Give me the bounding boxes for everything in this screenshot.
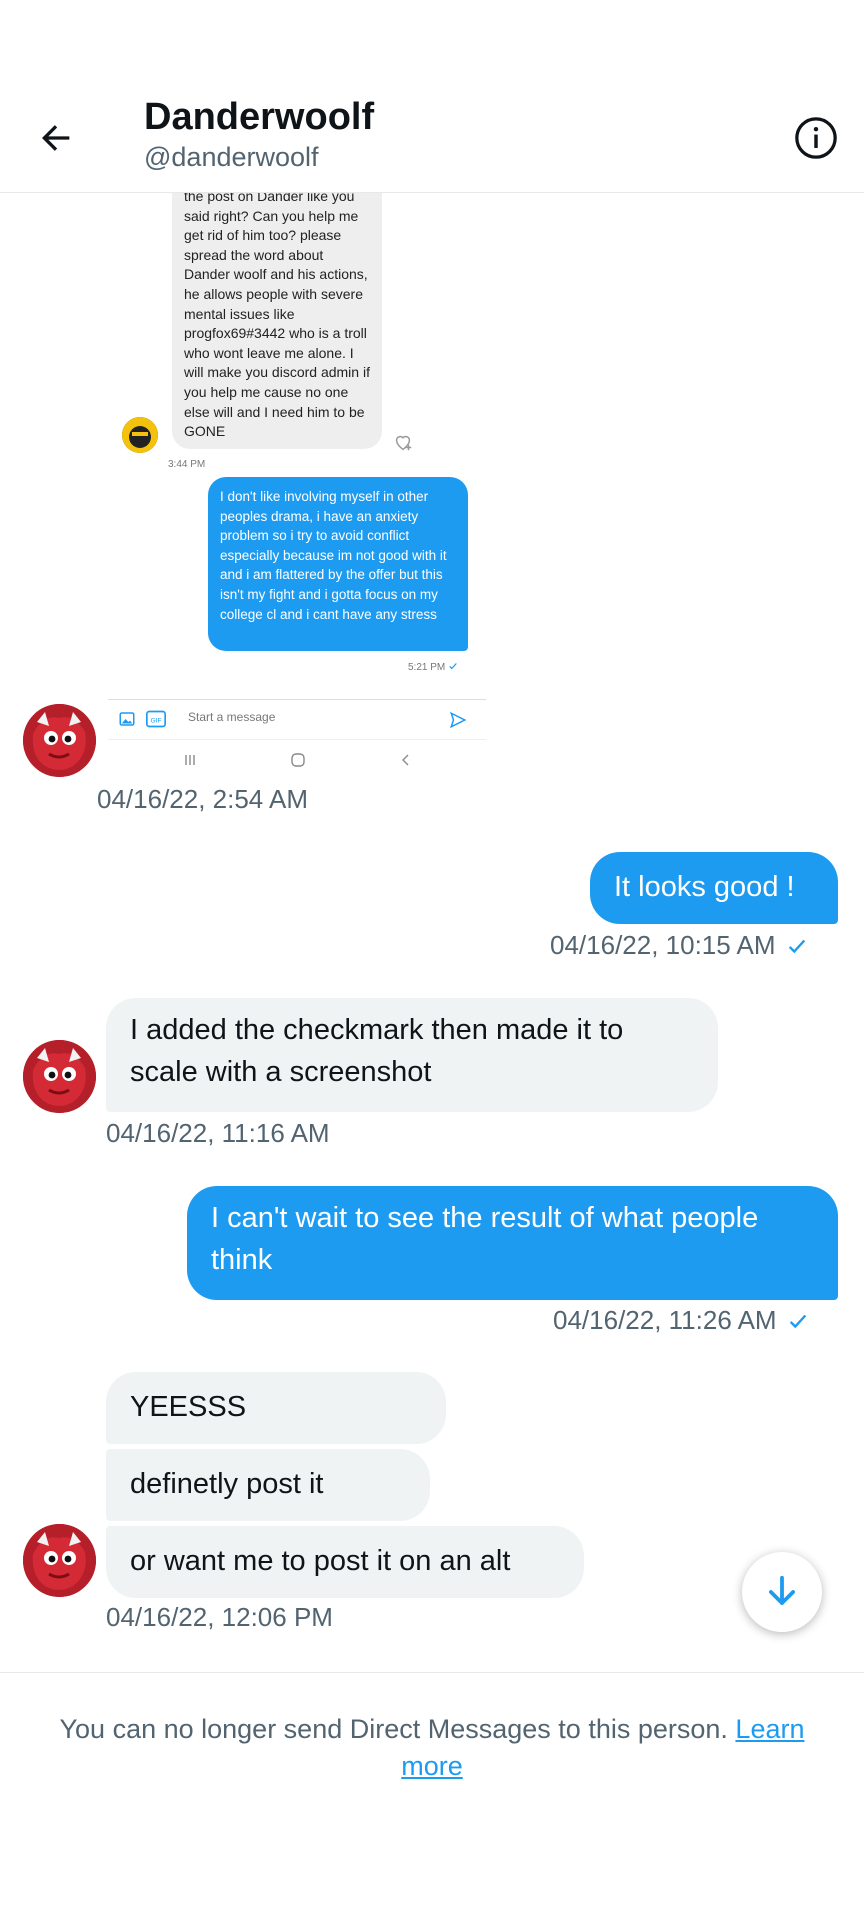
arrow-down-icon [769,1575,795,1605]
screenshot-sent-time: 5:21 PM [408,661,458,673]
shared-screenshot-image[interactable]: the post on Dander like you said right? … [108,193,486,778]
checkmark-icon [788,939,805,954]
message-text: definetly post it [130,1468,324,1500]
gif-icon: GIF [146,710,166,728]
message-text: It looks good ! [614,871,795,903]
message-text: YEESSS [130,1391,247,1423]
back-button[interactable] [30,112,82,164]
message-timestamp: 04/16/22, 11:16 AM [106,1118,330,1148]
dm-disabled-footer: You can no longer send Direct Messages t… [0,1672,864,1920]
message-bubble-received[interactable]: or want me to post it on an alt [106,1526,584,1598]
conversation-title[interactable]: Danderwoolf [144,96,374,139]
conversation-header: Danderwoolf @danderwoolf [0,0,864,193]
image-icon [119,712,135,726]
screenshot-sent-text: I don't like involving myself in other p… [220,489,447,622]
checkmark-icon [789,1314,806,1329]
message-timestamp: 04/16/22, 12:06 PM [106,1602,333,1632]
message-text: I can't wait to see the result of what p… [211,1202,759,1276]
screenshot-input-placeholder: Start a message [188,710,276,724]
dm-disabled-notice: You can no longer send Direct Messages t… [30,1711,834,1785]
screenshot-sent-bubble: I don't like involving myself in other p… [208,477,468,651]
avatar[interactable] [23,1524,96,1597]
screenshot-compose-bar: GIF Start a message [108,699,486,739]
screenshot-received-bubble: the post on Dander like you said right? … [172,193,382,449]
screenshot-check-icon [449,663,457,670]
message-timestamp: 04/16/22, 10:15 AM [550,930,808,961]
message-timestamp: 04/16/22, 11:26 AM [553,1305,809,1336]
back-arrow-icon [42,125,70,151]
message-timestamp: 04/16/22, 2:54 AM [97,784,309,814]
screenshot-received-text: the post on Dander like you said right? … [184,193,370,440]
message-bubble-received[interactable]: I added the checkmark then made it to sc… [106,998,718,1112]
send-icon [449,711,467,729]
notice-text: You can no longer send Direct Messages t… [59,1714,728,1744]
message-bubble-received[interactable]: YEESSS [106,1372,446,1444]
info-button[interactable] [790,112,842,164]
heart-plus-icon [395,435,412,451]
message-bubble-sent[interactable]: I can't wait to see the result of what p… [187,1186,838,1300]
scroll-to-bottom-button[interactable] [742,1552,822,1632]
message-bubble-sent[interactable]: It looks good ! [590,852,838,924]
recents-icon [185,755,195,765]
screenshot-received-time: 3:44 PM [168,459,206,470]
svg-text:GIF: GIF [150,717,161,724]
screenshot-avatar [122,417,158,453]
avatar[interactable] [23,704,96,777]
screenshot-android-nav [108,739,486,778]
nav-back-icon [402,754,409,766]
home-icon [291,753,305,767]
message-text: I added the checkmark then made it to sc… [130,1014,624,1088]
info-icon [795,117,837,159]
avatar[interactable] [23,1040,96,1113]
message-text: or want me to post it on an alt [130,1545,511,1577]
conversation-handle: @danderwoolf [144,142,319,172]
message-bubble-received[interactable]: definetly post it [106,1449,430,1521]
